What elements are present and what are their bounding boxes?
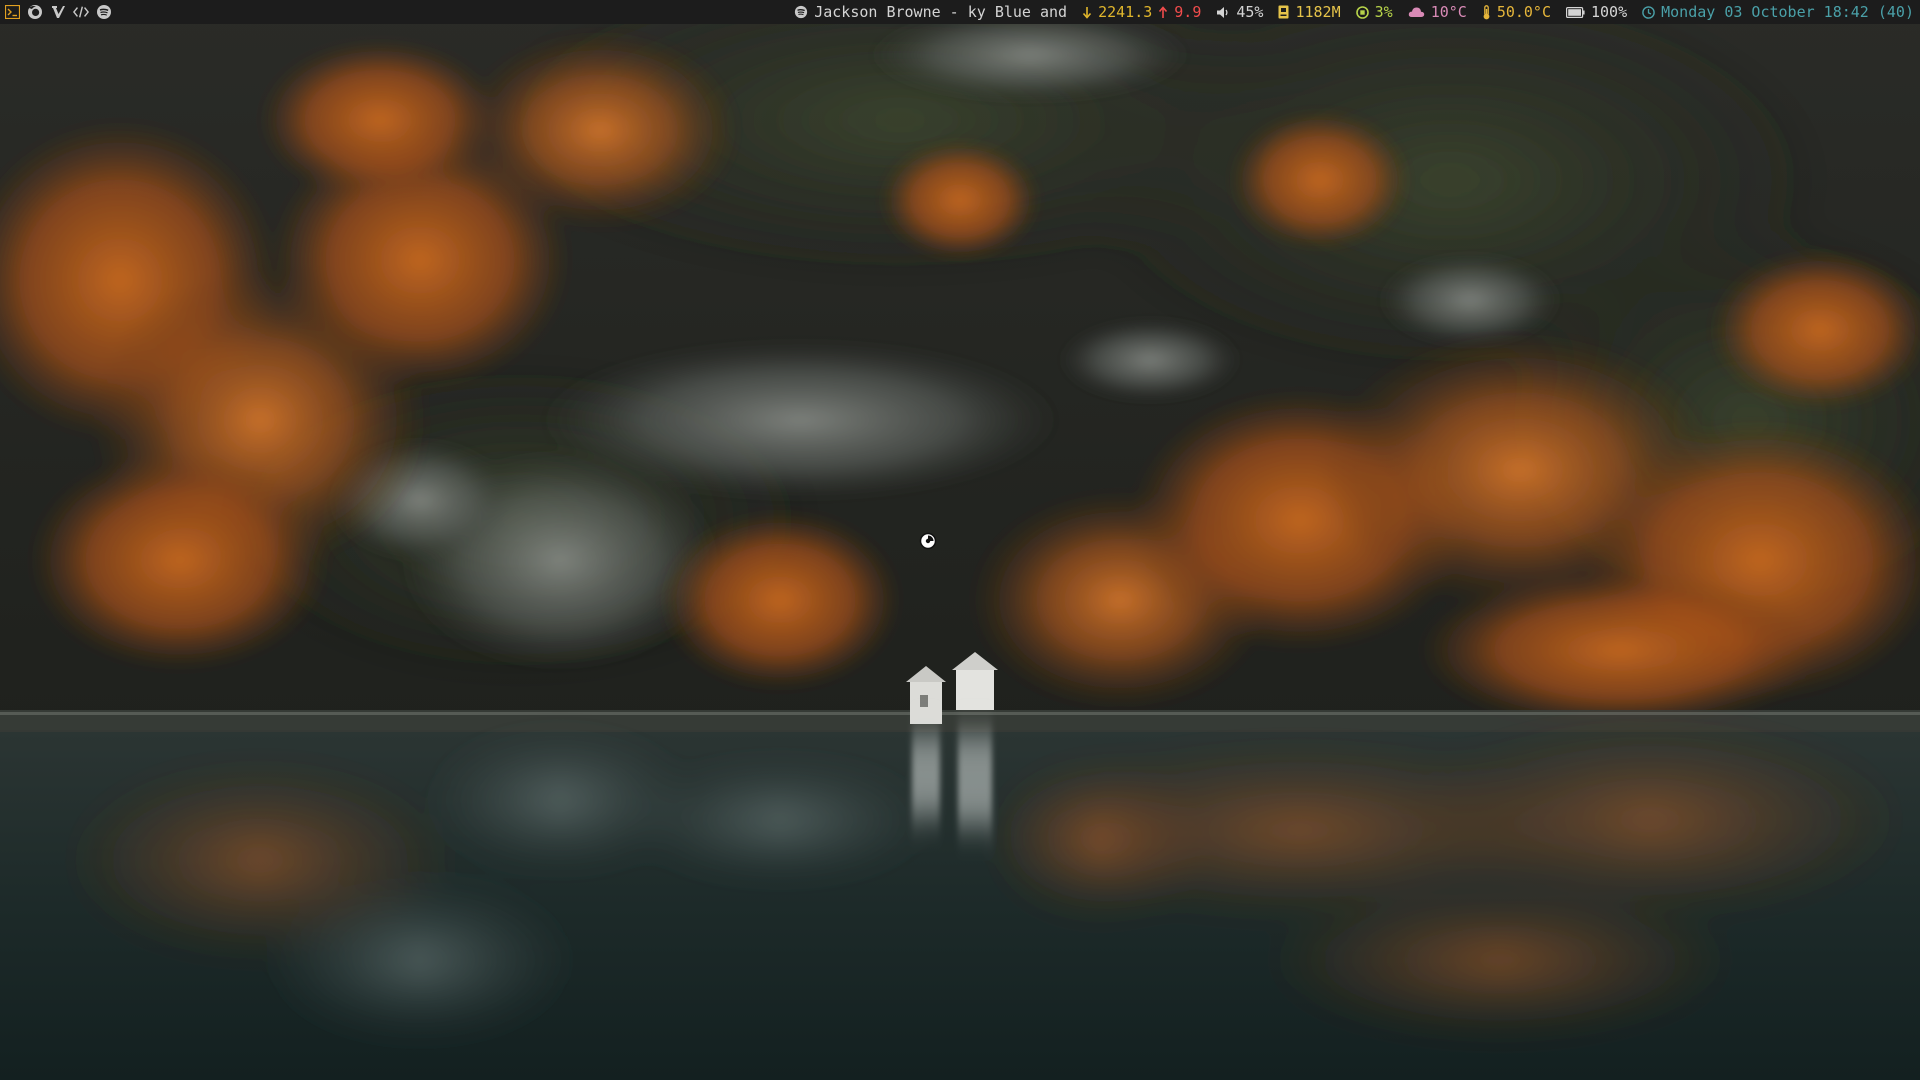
volume-module[interactable]: 45% <box>1216 3 1263 21</box>
spotify-icon <box>795 5 808 19</box>
code-icon <box>73 6 89 18</box>
temperature-value: 50.0°C <box>1496 3 1551 21</box>
wallpaper <box>0 0 1920 1080</box>
speaker-icon <box>1217 6 1228 18</box>
workspace-code[interactable] <box>73 4 89 20</box>
network-up-value: 9.9 <box>1174 3 1202 21</box>
top-status-bar: Jackson Browne - ky Blue and 2241.3 9.9 … <box>0 0 1920 24</box>
busy-cursor-icon <box>919 532 937 550</box>
clock-value: Monday 03 October 18:42 (40) <box>1661 3 1914 21</box>
status-modules: Jackson Browne - ky Blue and 2241.3 9.9 … <box>794 3 1914 21</box>
memory-module: 1182M <box>1278 3 1341 21</box>
weather-value: 10°C <box>1430 3 1467 21</box>
battery-module: 100% <box>1566 3 1627 21</box>
volume-value: 45% <box>1236 3 1264 21</box>
workspace-firefox[interactable] <box>27 4 43 20</box>
cloud-icon <box>1408 7 1424 17</box>
cpu-module: 3% <box>1355 3 1393 21</box>
clock-module[interactable]: Monday 03 October 18:42 (40) <box>1642 3 1914 21</box>
cpu-value: 3% <box>1374 3 1393 21</box>
desktop: Jackson Browne - ky Blue and 2241.3 9.9 … <box>0 0 1920 1080</box>
memory-value: 1182M <box>1295 3 1341 21</box>
thermometer-icon <box>1483 4 1490 19</box>
memory-icon <box>1278 5 1289 19</box>
arrow-down-icon <box>1082 6 1092 19</box>
vim-icon <box>51 5 65 18</box>
spotify-icon <box>97 5 111 19</box>
terminal-icon <box>4 5 20 19</box>
workspace-switcher <box>4 4 112 20</box>
battery-value: 100% <box>1591 3 1628 21</box>
workspace-vim[interactable] <box>50 4 66 20</box>
workspace-terminal[interactable] <box>4 4 20 20</box>
media-title: Jackson Browne - ky Blue and <box>814 3 1068 21</box>
workspace-spotify[interactable] <box>96 4 112 20</box>
firefox-icon <box>28 5 42 19</box>
weather-module: 10°C <box>1408 3 1467 21</box>
network-module: 2241.3 9.9 <box>1082 3 1201 21</box>
clock-icon <box>1642 5 1655 19</box>
temperature-module: 50.0°C <box>1482 3 1551 21</box>
arrow-up-icon <box>1159 5 1168 18</box>
media-module[interactable]: Jackson Browne - ky Blue and <box>794 3 1067 21</box>
network-down-value: 2241.3 <box>1098 3 1153 21</box>
battery-icon <box>1566 6 1585 18</box>
cpu-icon <box>1355 5 1369 19</box>
